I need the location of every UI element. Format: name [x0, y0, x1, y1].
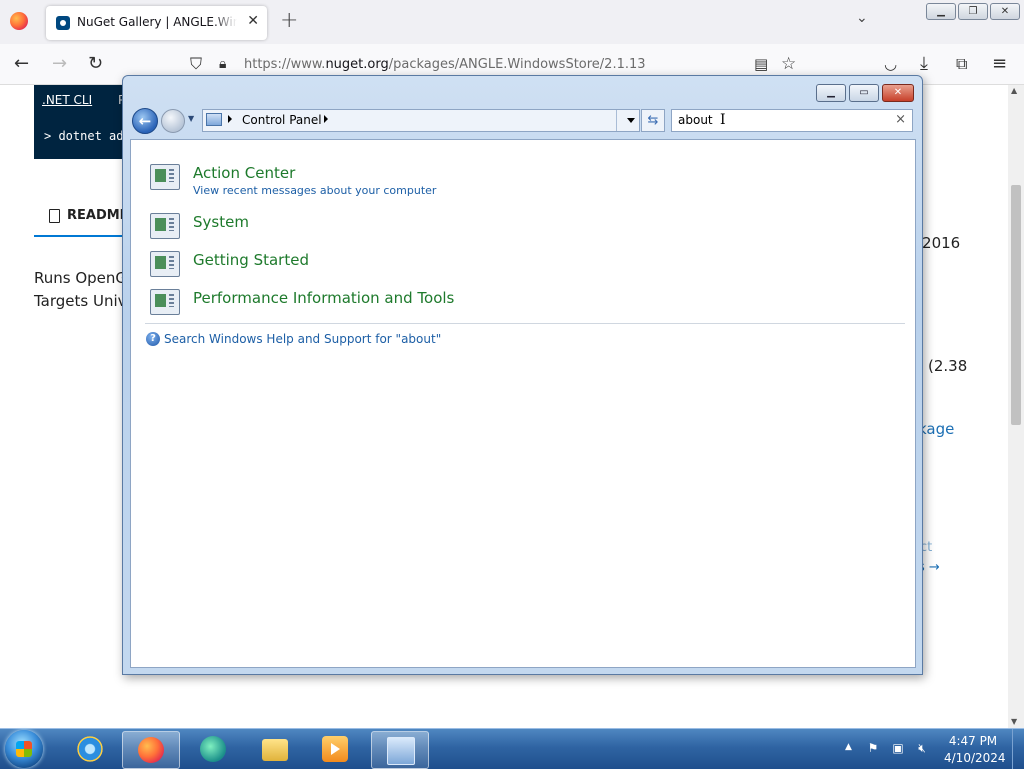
search-help-link[interactable]: Search Windows Help and Support for "abo… — [164, 332, 441, 346]
new-tab-button[interactable]: + — [280, 8, 298, 33]
taskbar-file-explorer[interactable] — [247, 731, 303, 767]
taskbar-internet-explorer[interactable] — [62, 731, 118, 767]
bookmark-star-icon[interactable]: ☆ — [781, 54, 796, 74]
cp-search-input[interactable]: about I × — [671, 109, 913, 132]
firefox-menu-icon[interactable] — [10, 12, 28, 30]
cp-address-bar[interactable]: Control Panel — [202, 109, 640, 132]
app-menu-icon[interactable]: ≡ — [992, 54, 1007, 74]
tab-title: NuGet Gallery | ANGLE.WindowsStore 2.1.1… — [77, 15, 237, 29]
search-results-pane: Action Center View recent messages about… — [130, 139, 916, 668]
control-panel-icon — [387, 737, 415, 765]
media-player-icon — [322, 736, 348, 762]
system-icon — [150, 213, 180, 239]
list-all-tabs-chevron-icon[interactable]: ⌄ — [856, 10, 868, 26]
url-path: /packages/ANGLE.WindowsStore/2.1.13 — [388, 57, 646, 72]
firefox-icon — [138, 737, 164, 763]
pocket-icon[interactable]: ◡ — [884, 54, 897, 74]
internet-explorer-icon — [77, 736, 103, 762]
tab-close-icon[interactable]: ✕ — [247, 13, 259, 29]
result-subtitle[interactable]: View recent messages about your computer — [193, 184, 436, 197]
result-title[interactable]: Performance Information and Tools — [193, 289, 454, 307]
recent-pages-dropdown-icon[interactable]: ▼ — [188, 114, 194, 123]
result-title[interactable]: Getting Started — [193, 251, 309, 269]
tracking-shield-icon[interactable]: ⛉ — [190, 54, 202, 74]
scrollbar-thumb[interactable] — [1011, 185, 1021, 425]
package-link[interactable]: kage — [918, 420, 954, 438]
results-divider — [145, 323, 905, 324]
scroll-down-icon[interactable]: ▼ — [1011, 717, 1017, 726]
tab-readme[interactable]: README — [34, 203, 134, 237]
folder-icon — [262, 739, 288, 761]
taskbar-app[interactable] — [185, 731, 241, 767]
address-dropdown-icon[interactable] — [627, 118, 635, 123]
control-panel-icon — [206, 113, 222, 126]
browser-close-button[interactable]: ✕ — [990, 3, 1020, 20]
url-bar[interactable]: https://www.nuget.org/packages/ANGLE.Win… — [244, 57, 646, 72]
install-command-box: .NET CLI P > dotnet add — [34, 85, 134, 159]
result-action-center[interactable]: Action Center View recent messages about… — [131, 164, 831, 208]
result-title[interactable]: Action Center — [193, 164, 295, 182]
forward-arrow-icon[interactable]: → — [52, 54, 67, 74]
cp-back-arrow-icon[interactable]: ← — [132, 108, 158, 134]
browser-tab-strip: NuGet Gallery | ANGLE.WindowsStore 2.1.1… — [0, 0, 1024, 44]
address-divider — [616, 110, 617, 131]
cp-maximize-button[interactable]: ▭ — [849, 84, 879, 102]
result-performance-tools[interactable]: Performance Information and Tools — [131, 289, 831, 333]
start-button[interactable] — [5, 730, 43, 768]
search-value: about — [678, 113, 713, 127]
getting-started-icon — [150, 251, 180, 277]
show-desktop-button[interactable] — [1012, 729, 1024, 769]
tab-dotnet-cli[interactable]: .NET CLI — [42, 93, 92, 107]
taskbar-media-player[interactable] — [307, 731, 363, 767]
description-line-1: Runs OpenGL — [34, 269, 136, 287]
scroll-up-icon[interactable]: ▲ — [1011, 86, 1017, 95]
breadcrumb-separator-icon[interactable] — [324, 115, 328, 123]
document-icon — [49, 209, 60, 223]
taskbar-firefox[interactable] — [122, 731, 180, 769]
browser-tab[interactable]: NuGet Gallery | ANGLE.WindowsStore 2.1.1… — [46, 6, 267, 40]
help-question-icon: ? — [146, 332, 160, 346]
browser-restore-button[interactable]: ❐ — [958, 3, 988, 20]
last-updated-date: /2016 — [917, 234, 961, 252]
back-arrow-icon[interactable]: ← — [14, 54, 29, 74]
url-host: nuget.org — [325, 57, 389, 72]
action-center-flag-icon[interactable]: ⚑ — [866, 741, 880, 755]
browser-minimize-button[interactable]: ▁ — [926, 3, 956, 20]
page-scrollbar[interactable]: ▲ ▼ — [1008, 85, 1024, 728]
url-prefix: https://www. — [244, 57, 326, 72]
cp-close-button[interactable]: ✕ — [882, 84, 914, 102]
action-center-icon — [150, 164, 180, 190]
taskbar: ▲ ⚑ ▣ 🔇︎ 4:47 PM 4/10/2024 — [0, 728, 1024, 769]
clock-date[interactable]: 4/10/2024 — [944, 751, 1006, 765]
show-hidden-icons-icon[interactable]: ▲ — [845, 742, 852, 752]
lock-icon[interactable]: 🔒︎ — [219, 54, 226, 74]
control-panel-window: ▁ ▭ ✕ ← ▼ Control Panel ⇆ about I × Acti… — [122, 75, 923, 675]
extensions-icon[interactable]: ⧉ — [956, 54, 967, 74]
reload-icon[interactable]: ↻ — [88, 54, 103, 74]
search-clear-icon[interactable]: × — [895, 112, 906, 127]
text-cursor-icon: I — [720, 112, 726, 128]
cp-forward-arrow-icon[interactable] — [161, 109, 185, 133]
app-icon — [200, 736, 226, 762]
breadcrumb-separator-icon[interactable] — [228, 115, 232, 123]
cp-refresh-icon[interactable]: ⇆ — [641, 109, 665, 132]
result-title[interactable]: System — [193, 213, 249, 231]
performance-tools-icon — [150, 289, 180, 315]
breadcrumb-control-panel[interactable]: Control Panel — [242, 113, 322, 127]
readme-label: README — [67, 208, 129, 223]
clock-time[interactable]: 4:47 PM — [944, 734, 1002, 748]
reader-view-icon[interactable]: ▤ — [754, 54, 768, 74]
taskbar-control-panel[interactable] — [371, 731, 429, 769]
nuget-favicon-icon — [56, 16, 70, 30]
description-line-2: Targets Unive — [34, 292, 136, 310]
download-size: (2.38 — [928, 357, 968, 375]
install-command-text: > dotnet add — [44, 129, 131, 143]
network-icon[interactable]: ▣ — [891, 741, 905, 755]
downloads-icon[interactable]: ⤓ — [920, 54, 928, 74]
cp-minimize-button[interactable]: ▁ — [816, 84, 846, 102]
volume-muted-icon[interactable]: 🔇︎ — [915, 741, 929, 755]
